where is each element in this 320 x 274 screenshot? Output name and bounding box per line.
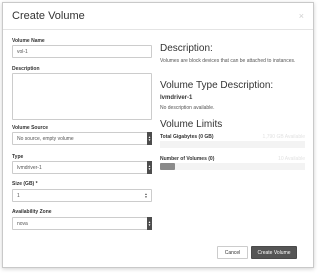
total-gigabytes-bar: [160, 141, 305, 148]
availability-zone-label: Availability Zone: [12, 209, 52, 215]
volume-source-label: Volume Source: [12, 125, 49, 131]
total-gigabytes-label: Total Gigabytes (0 GB): [160, 134, 214, 140]
stepper-icon[interactable]: ▲ ▼: [143, 192, 149, 199]
volume-name-value: vol-1: [17, 48, 28, 55]
create-volume-button[interactable]: Create Volume: [251, 246, 297, 259]
caret-up-down-icon: ▲ ▼: [147, 217, 152, 230]
type-label: Type: [12, 154, 24, 160]
number-of-volumes-label: Number of Volumes (0): [160, 156, 215, 162]
description-label: Description: [12, 66, 40, 72]
dialog-title: Create Volume: [12, 10, 85, 22]
create-volume-dialog: Create Volume × Volume Name vol-1 Descri…: [2, 2, 314, 268]
type-select[interactable]: lvmdriver-1 ▲ ▼: [12, 161, 152, 174]
number-of-volumes-bar-fill: [160, 163, 175, 170]
description-textarea[interactable]: [12, 73, 152, 120]
description-help-text: Volumes are block devices that can be at…: [160, 58, 296, 64]
volume-name-input[interactable]: vol-1: [12, 45, 152, 58]
volume-name-label: Volume Name: [12, 38, 45, 44]
availability-zone-select[interactable]: nova ▲ ▼: [12, 217, 152, 230]
dialog-footer: Cancel Create Volume: [3, 240, 313, 267]
cancel-button[interactable]: Cancel: [217, 246, 248, 259]
caret-up-down-icon: ▲ ▼: [147, 132, 152, 145]
volume-type-heading: Volume Type Description:: [160, 80, 274, 91]
description-heading: Description:: [160, 43, 213, 54]
size-label: Size (GB) *: [12, 181, 38, 187]
close-icon[interactable]: ×: [299, 11, 304, 21]
type-value: lvmdriver-1: [17, 164, 42, 171]
number-of-volumes-available: 10 Available: [278, 156, 305, 162]
volume-source-value: No source, empty volume: [17, 135, 74, 142]
total-gigabytes-available: 1,790 GB Available: [262, 134, 305, 140]
volume-type-description: No description available.: [160, 105, 215, 111]
volume-limits-heading: Volume Limits: [160, 119, 223, 130]
volume-type-name: lvmdriver-1: [160, 95, 193, 101]
volume-source-select[interactable]: No source, empty volume ▲ ▼: [12, 132, 152, 145]
size-value: 1: [17, 192, 20, 199]
number-of-volumes-bar: [160, 163, 305, 170]
caret-up-down-icon: ▲ ▼: [147, 161, 152, 174]
dialog-header: Create Volume ×: [3, 3, 313, 30]
size-input[interactable]: 1 ▲ ▼: [12, 189, 152, 202]
availability-zone-value: nova: [17, 220, 28, 227]
